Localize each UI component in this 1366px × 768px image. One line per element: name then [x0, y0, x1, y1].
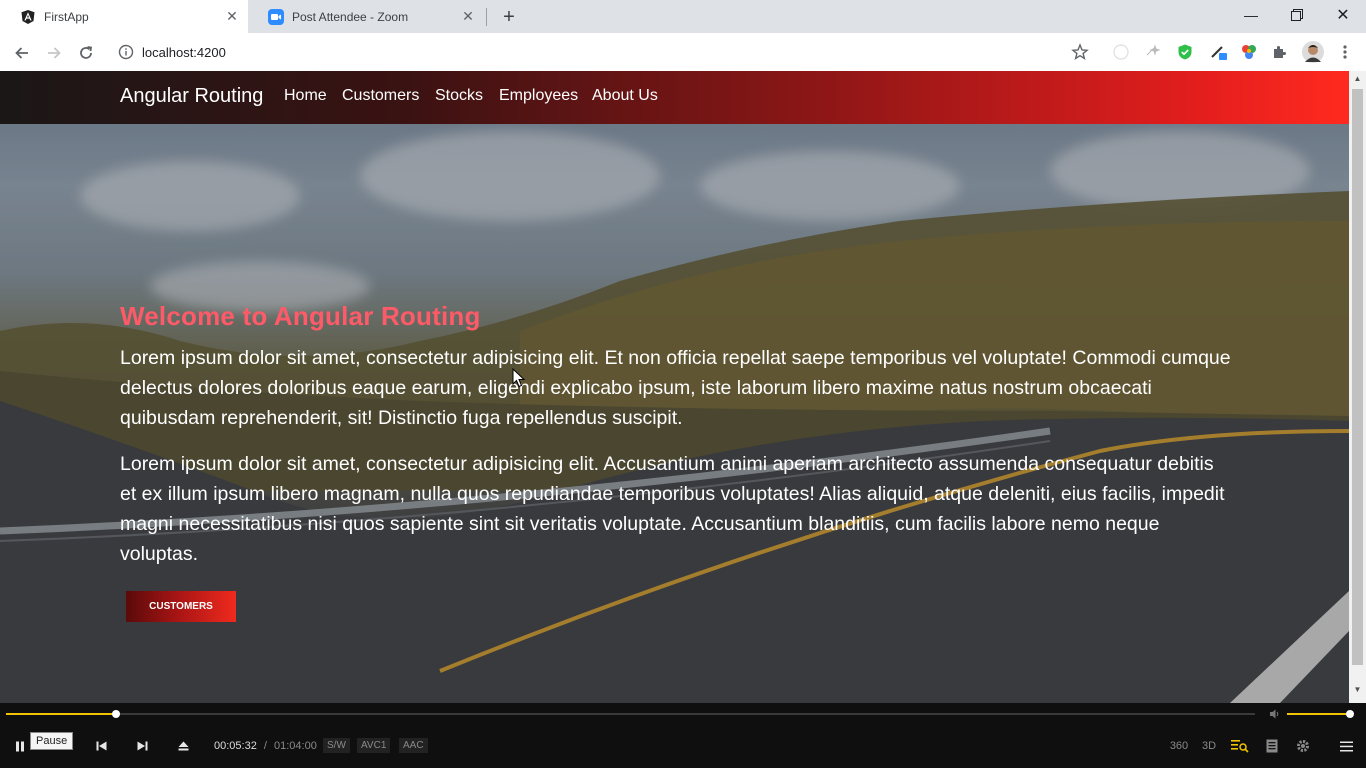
- nav-about-us[interactable]: About Us: [592, 87, 658, 105]
- brand-link[interactable]: Angular Routing: [120, 85, 263, 108]
- angular-icon: [20, 9, 36, 25]
- nav-employees[interactable]: Employees: [499, 87, 578, 105]
- browser-toolbar: localhost:4200: [0, 33, 1366, 71]
- audio-codec-badge: AAC: [399, 738, 428, 753]
- seek-progress: [6, 713, 116, 715]
- page-viewport: Angular Routing Home Customers Stocks Em…: [0, 71, 1349, 703]
- minimize-icon[interactable]: —: [1228, 0, 1274, 30]
- media-player-controls: Pause 00:05:32 / 01:04:00 S/W AVC1 AAC 3…: [0, 703, 1366, 768]
- tab-title: Post Attendee - Zoom: [292, 9, 409, 24]
- forward-icon[interactable]: [42, 41, 66, 65]
- vr-360-icon[interactable]: 360: [1168, 737, 1190, 755]
- extension-icon[interactable]: [1144, 43, 1162, 61]
- kebab-menu-icon[interactable]: [1336, 43, 1354, 61]
- star-icon[interactable]: [1071, 43, 1089, 61]
- tab-zoom[interactable]: Post Attendee - Zoom ✕: [248, 0, 484, 33]
- back-icon[interactable]: [10, 41, 34, 65]
- url-text: localhost:4200: [142, 44, 226, 60]
- zoom-icon: [268, 8, 284, 25]
- nav-customers[interactable]: Customers: [342, 87, 419, 105]
- tab-title: FirstApp: [44, 9, 89, 24]
- customers-button[interactable]: CUSTOMERS: [126, 591, 236, 622]
- info-icon[interactable]: [118, 44, 134, 60]
- duration: 01:04:00: [274, 740, 317, 752]
- subtitles-icon[interactable]: [1263, 737, 1281, 755]
- address-bar[interactable]: localhost:4200: [108, 38, 1103, 66]
- hero-background: Angular Routing Home Customers Stocks Em…: [0, 71, 1349, 703]
- menu-icon[interactable]: [1336, 737, 1356, 755]
- playlist-search-icon[interactable]: [1230, 737, 1250, 755]
- codec-badge: AVC1: [357, 738, 391, 753]
- avatar[interactable]: [1302, 41, 1324, 63]
- volume-handle[interactable]: [1346, 710, 1354, 718]
- body-paragraph: Lorem ipsum dolor sit amet, consectetur …: [120, 453, 1225, 565]
- seek-bar[interactable]: [6, 710, 1255, 718]
- 3d-icon[interactable]: 3D: [1199, 737, 1219, 755]
- pause-icon[interactable]: [10, 737, 30, 755]
- page-heading: Welcome to Angular Routing: [120, 301, 481, 331]
- shield-icon[interactable]: [1176, 43, 1194, 61]
- page-scrollbar[interactable]: ▲ ▼: [1349, 71, 1366, 703]
- eject-icon[interactable]: [173, 737, 193, 755]
- close-icon[interactable]: ✕: [460, 8, 476, 25]
- close-icon[interactable]: ✕: [224, 8, 240, 25]
- pause-tooltip: Pause: [30, 732, 74, 750]
- extension-icon[interactable]: [1112, 43, 1130, 61]
- extension-icon[interactable]: [1240, 43, 1258, 61]
- tab-strip: FirstApp ✕ Post Attendee - Zoom ✕ + — ✕: [0, 0, 1366, 33]
- previous-icon[interactable]: [91, 737, 111, 755]
- time-separator: /: [263, 740, 267, 752]
- app-navbar: Angular Routing Home Customers Stocks Em…: [0, 71, 1349, 124]
- mouse-cursor-icon: [512, 368, 526, 388]
- extension-icon[interactable]: [1210, 43, 1228, 61]
- nav-stocks[interactable]: Stocks: [435, 87, 483, 105]
- scroll-down-icon[interactable]: ▼: [1353, 685, 1362, 694]
- nav-home[interactable]: Home: [284, 87, 327, 105]
- volume-slider[interactable]: [1287, 710, 1354, 718]
- tab-firstapp[interactable]: FirstApp ✕: [0, 0, 248, 33]
- next-icon[interactable]: [132, 737, 152, 755]
- close-window-icon[interactable]: ✕: [1320, 0, 1366, 30]
- new-tab-icon[interactable]: +: [498, 6, 520, 28]
- intro-paragraph: Lorem ipsum dolor sit amet, consectetur …: [120, 347, 1231, 429]
- puzzle-icon[interactable]: [1271, 43, 1289, 61]
- seek-handle[interactable]: [111, 710, 120, 718]
- reload-icon[interactable]: [74, 41, 98, 65]
- restore-icon[interactable]: [1274, 0, 1320, 30]
- volume-icon[interactable]: [1268, 707, 1282, 721]
- current-time: 00:05:32: [214, 740, 257, 752]
- sw-badge: S/W: [323, 738, 350, 753]
- scrollbar-thumb[interactable]: [1352, 89, 1363, 665]
- scroll-up-icon[interactable]: ▲: [1353, 74, 1362, 83]
- time-display: 00:05:32 / 01:04:00: [214, 740, 321, 752]
- tab-divider: [486, 8, 487, 26]
- settings-gear-icon[interactable]: [1293, 737, 1313, 755]
